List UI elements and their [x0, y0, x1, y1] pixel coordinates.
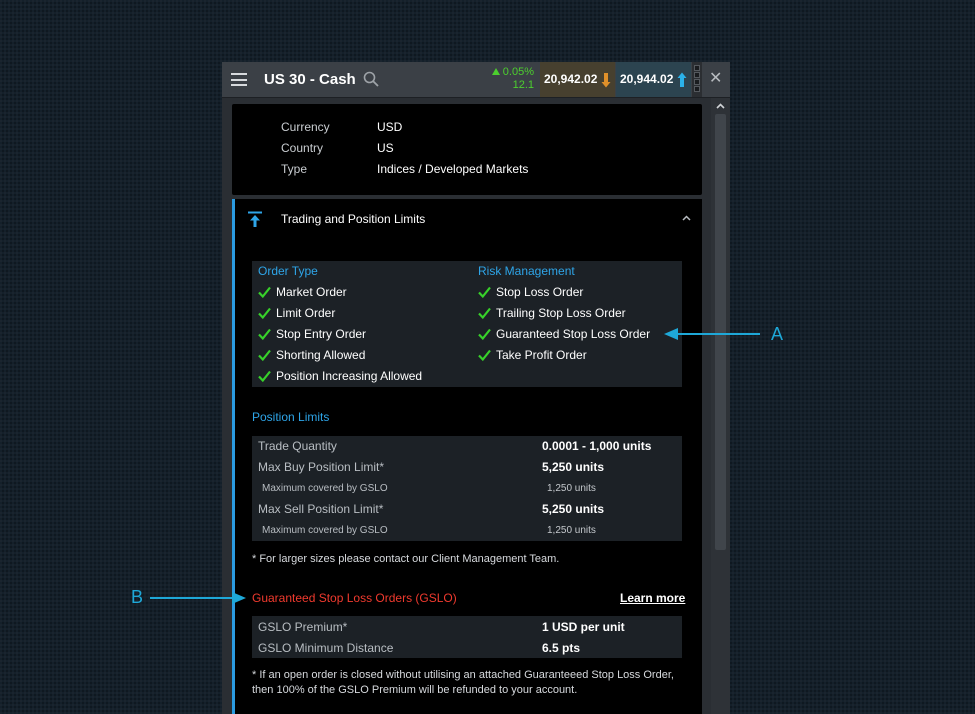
- max-sell-value: 5,250 units: [542, 502, 605, 516]
- learn-more-link[interactable]: Learn more: [620, 591, 685, 605]
- trading-limits-section-header[interactable]: Trading and Position Limits: [232, 199, 702, 240]
- collapse-chevron-up-icon[interactable]: [681, 213, 692, 224]
- sell-price-button[interactable]: 20,942.02: [540, 62, 615, 97]
- position-limits-table: Trade Quantity 0.0001 - 1,000 units Max …: [252, 436, 682, 541]
- pin-top-icon: [248, 211, 262, 227]
- trade-quantity-value: 0.0001 - 1,000 units: [542, 439, 652, 453]
- risk-item: Stop Loss Order: [478, 285, 583, 299]
- buy-arrow-up-icon: [677, 72, 687, 87]
- order-type-item: Limit Order: [258, 306, 335, 320]
- type-value: Indices / Developed Markets: [377, 162, 529, 176]
- position-limits-heading: Position Limits: [252, 410, 330, 424]
- order-type-item: Stop Entry Order: [258, 327, 366, 341]
- gslo-note-line-1: * If an open order is closed without uti…: [252, 669, 674, 681]
- risk-item: Trailing Stop Loss Order: [478, 306, 626, 320]
- order-risk-panel: Order Type Risk Management Market Order …: [252, 261, 682, 387]
- gslo-heading: Guaranteed Stop Loss Orders (GSLO): [252, 591, 457, 605]
- annotation-b-arrow: [150, 592, 246, 604]
- change-points: 12.1: [512, 79, 534, 91]
- risk-item: Guaranteed Stop Loss Order: [478, 327, 650, 341]
- country-label: Country: [281, 141, 324, 155]
- checkmark-icon: [258, 349, 271, 362]
- order-type-heading: Order Type: [258, 264, 318, 278]
- order-type-item: Market Order: [258, 285, 347, 299]
- scroll-up-chevron-icon[interactable]: [714, 100, 727, 113]
- gslo-min-distance-value: 6.5 pts: [542, 641, 581, 655]
- max-buy-label: Max Buy Position Limit*: [258, 460, 385, 474]
- checkmark-icon: [478, 349, 491, 362]
- annotation-a-arrow: [664, 328, 760, 340]
- type-label: Type: [281, 162, 308, 176]
- gslo-note-line-2: then 100% of the GSLO Premium will be re…: [252, 684, 578, 696]
- gslo-min-distance-label: GSLO Minimum Distance: [258, 641, 394, 655]
- risk-management-heading: Risk Management: [478, 264, 575, 278]
- instrument-info-card: Currency USD Country US Type Indices / D…: [232, 104, 702, 195]
- instrument-title: US 30 - Cash: [264, 71, 356, 88]
- title-bar: US 30 - Cash 0.05% 12.1 20,942.02 20,944…: [222, 62, 730, 98]
- checkmark-icon: [258, 328, 271, 341]
- currency-label: Currency: [281, 120, 330, 134]
- annotation-b-label: B: [131, 587, 144, 607]
- annotation-a-label: A: [771, 324, 784, 344]
- vertical-scrollbar[interactable]: [711, 98, 730, 714]
- currency-value: USD: [377, 120, 403, 134]
- checkmark-icon: [258, 307, 271, 320]
- buy-gslo-covered-value: 1,250 units: [547, 483, 596, 494]
- section-title: Trading and Position Limits: [281, 212, 426, 226]
- max-sell-label: Max Sell Position Limit*: [258, 502, 384, 516]
- risk-item: Take Profit Order: [478, 348, 587, 362]
- hamburger-menu-icon[interactable]: [231, 73, 247, 86]
- gslo-premium-label: GSLO Premium*: [258, 620, 348, 634]
- trade-quantity-label: Trade Quantity: [258, 439, 337, 453]
- close-icon[interactable]: ✕: [709, 71, 722, 87]
- order-type-item: Shorting Allowed: [258, 348, 365, 362]
- gslo-table: GSLO Premium* 1 USD per unit GSLO Minimu…: [252, 616, 682, 658]
- buy-price-button[interactable]: 20,944.02: [616, 62, 691, 97]
- sell-gslo-covered-label: Maximum covered by GSLO: [262, 525, 388, 536]
- drag-handle[interactable]: [692, 62, 702, 97]
- buy-price: 20,944.02: [620, 72, 674, 86]
- search-icon[interactable]: [363, 71, 379, 87]
- sell-price: 20,942.02: [544, 72, 598, 86]
- price-change: 0.05% 12.1: [484, 66, 534, 92]
- gslo-premium-value: 1 USD per unit: [542, 620, 625, 634]
- checkmark-icon: [478, 286, 491, 299]
- checkmark-icon: [478, 307, 491, 320]
- sell-gslo-covered-value: 1,250 units: [547, 525, 596, 536]
- order-type-item: Position Increasing Allowed: [258, 369, 422, 383]
- instrument-window: US 30 - Cash 0.05% 12.1 20,942.02 20,944…: [222, 62, 730, 714]
- buy-gslo-covered-label: Maximum covered by GSLO: [262, 483, 388, 494]
- position-limits-note: * For larger sizes please contact our Cl…: [252, 553, 560, 565]
- sell-arrow-down-icon: [601, 73, 611, 88]
- change-percent: 0.05%: [502, 66, 534, 78]
- checkmark-icon: [258, 370, 271, 383]
- country-value: US: [377, 141, 394, 155]
- trading-limits-section-body: Order Type Risk Management Market Order …: [232, 240, 702, 714]
- max-buy-value: 5,250 units: [542, 460, 605, 474]
- up-triangle-icon: [491, 68, 500, 75]
- checkmark-icon: [478, 328, 491, 341]
- checkmark-icon: [258, 286, 271, 299]
